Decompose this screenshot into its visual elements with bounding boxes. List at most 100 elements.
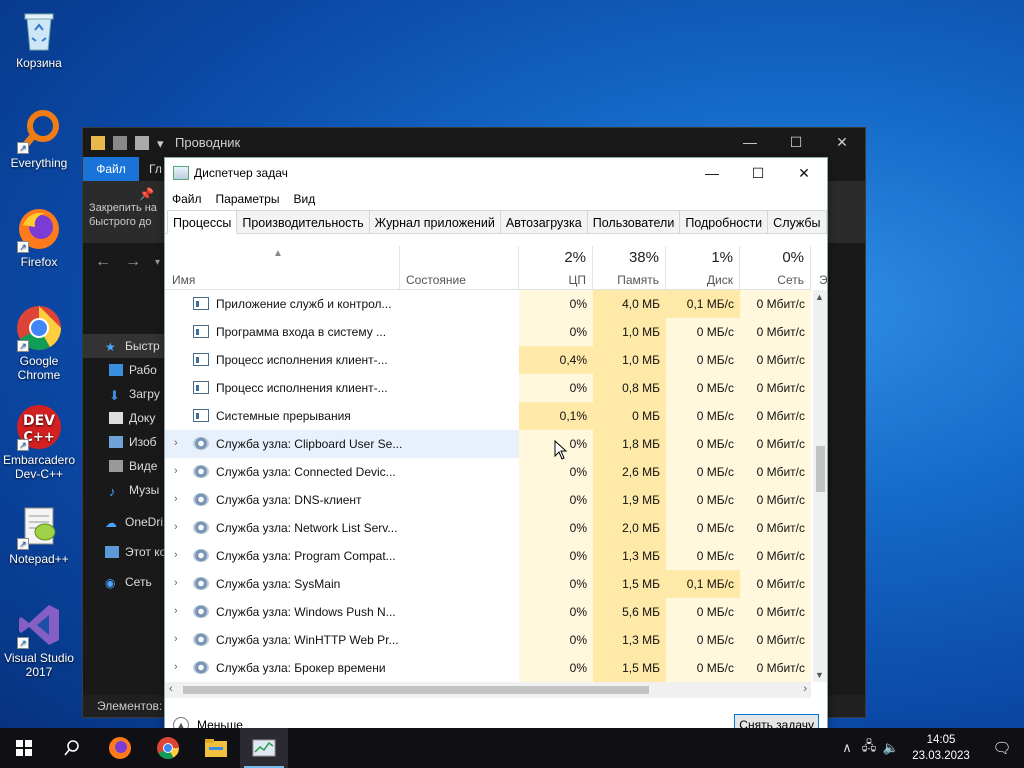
process-row[interactable]: › Служба узла: WinHTTP Web Pr... 0% 1,3 МБ 0… <box>165 626 811 654</box>
sidebar-item-pictures[interactable]: Изоб <box>83 430 165 454</box>
chevron-down-icon[interactable]: ▾ <box>157 136 165 151</box>
desktop-icon-firefox[interactable]: ↗ Firefox <box>2 205 76 269</box>
sidebar-item-videos[interactable]: Виде <box>83 454 165 478</box>
scroll-down-icon[interactable]: ▼ <box>815 670 824 680</box>
sidebar-item-this-pc[interactable]: Этот ко <box>83 540 165 564</box>
tray-chevron-up-icon[interactable]: ∧ <box>836 740 858 756</box>
column-header-network[interactable]: 0% Сеть <box>740 246 811 290</box>
column-header-name[interactable]: ▲ Имя <box>165 246 400 290</box>
taskbar-chrome[interactable] <box>144 728 192 768</box>
process-row[interactable]: › Служба узла: Network List Serv... 0% 2,0 … <box>165 514 811 542</box>
minimize-icon[interactable]: — <box>727 128 773 157</box>
expand-chevron-icon[interactable]: › <box>174 633 178 645</box>
forward-arrow-icon[interactable]: → <box>125 253 141 271</box>
desktop-icon-chrome[interactable]: ↗ Google Chrome <box>2 304 76 382</box>
vertical-scrollbar[interactable]: ▲ ▼ <box>813 290 827 682</box>
back-arrow-icon[interactable]: ← <box>95 253 111 271</box>
desktop-icon-label: Firefox <box>20 255 58 269</box>
memory-cell: 0,8 МБ <box>593 374 666 402</box>
horizontal-scrollbar[interactable]: ‹ › <box>165 682 811 698</box>
tab-users[interactable]: Пользователи <box>586 210 681 233</box>
sidebar-item-onedrive[interactable]: ☁ OneDri <box>83 510 165 534</box>
process-name: Служба узла: Windows Push N... <box>216 605 396 619</box>
process-row[interactable]: Процесс исполнения клиент-... 0% 0,8 МБ 0 М… <box>165 374 811 402</box>
column-header-memory[interactable]: 38% Память <box>593 246 666 290</box>
start-button[interactable] <box>0 728 48 768</box>
desktop-icon-notepadpp[interactable]: ↗ Notepad++ <box>2 502 76 566</box>
process-row[interactable]: Системные прерывания 0,1% 0 МБ 0 МБ/с 0 Мбит… <box>165 402 811 430</box>
process-name: Процесс исполнения клиент-... <box>216 353 388 367</box>
sidebar-item-desktop[interactable]: Рабо <box>83 358 165 382</box>
column-header-cpu[interactable]: 2% ЦП <box>519 246 593 290</box>
menu-view[interactable]: Вид <box>293 192 315 206</box>
cpu-cell: 0% <box>519 458 593 486</box>
menu-options[interactable]: Параметры <box>216 192 280 206</box>
search-button[interactable] <box>48 728 96 768</box>
task-manager-window[interactable]: Диспетчер задач — ☐ ✕ Файл Параметры Вид… <box>164 157 828 739</box>
process-row[interactable]: › Служба узла: Connected Devic... 0% 2,6 МБ… <box>165 458 811 486</box>
scroll-thumb[interactable] <box>816 446 825 492</box>
scroll-left-icon[interactable]: ‹ <box>169 683 173 695</box>
expand-chevron-icon[interactable]: › <box>174 493 178 505</box>
explorer-titlebar[interactable]: ▾ Проводник — ☐ ✕ <box>83 128 865 157</box>
taskbar-task-manager[interactable] <box>240 728 288 768</box>
pin-icon[interactable]: 📌 <box>139 187 154 201</box>
expand-chevron-icon[interactable]: › <box>174 437 178 449</box>
column-header-state[interactable]: Состояние <box>400 246 519 290</box>
network-status-icon[interactable]: 🖧 <box>858 737 880 759</box>
expand-chevron-icon[interactable]: › <box>174 521 178 533</box>
expand-chevron-icon[interactable]: › <box>174 661 178 673</box>
desktop-icon-devcpp[interactable]: DEV C++ ↗ Embarcadero Dev-C++ <box>2 403 76 481</box>
taskbar-firefox[interactable] <box>96 728 144 768</box>
taskbar-file-explorer[interactable] <box>192 728 240 768</box>
column-header-extra[interactable]: Э <box>811 246 827 290</box>
process-row[interactable]: › Служба узла: Clipboard User Se... 0% 1,8 … <box>165 430 811 458</box>
desktop-icon-recycle-bin[interactable]: Корзина <box>2 6 76 70</box>
column-header-disk[interactable]: 1% Диск <box>666 246 740 290</box>
task-manager-titlebar[interactable]: Диспетчер задач — ☐ ✕ <box>165 158 827 188</box>
expand-chevron-icon[interactable]: › <box>174 577 178 589</box>
sidebar-item-music[interactable]: ♪ Музы <box>83 478 165 502</box>
process-row[interactable]: › Служба узла: DNS-клиент 0% 1,9 МБ 0 МБ/с 0 … <box>165 486 811 514</box>
process-row[interactable]: › Служба узла: Windows Push N... 0% 5,6 МБ 0… <box>165 598 811 626</box>
sidebar-item-documents[interactable]: Доку <box>83 406 165 430</box>
sidebar-item-downloads[interactable]: ⬇ Загру <box>83 382 165 406</box>
tab-services[interactable]: Службы <box>767 210 827 233</box>
expand-chevron-icon[interactable]: › <box>174 605 178 617</box>
maximize-icon[interactable]: ☐ <box>773 128 819 157</box>
maximize-button[interactable]: ☐ <box>735 158 781 188</box>
expand-chevron-icon[interactable]: › <box>174 549 178 561</box>
desktop-icon-everything[interactable]: ↗ Everything <box>2 106 76 170</box>
scroll-up-icon[interactable]: ▲ <box>815 292 824 302</box>
properties-icon[interactable] <box>113 135 127 150</box>
ribbon-tab-file[interactable]: Файл <box>83 157 139 181</box>
minimize-button[interactable]: — <box>689 158 735 188</box>
taskbar-clock[interactable]: 14:05 23.03.2023 <box>902 732 980 764</box>
process-row[interactable]: Программа входа в систему ... 0% 1,0 МБ 0 М… <box>165 318 811 346</box>
volume-muted-icon[interactable]: 🔈 <box>880 740 902 756</box>
close-button[interactable]: ✕ <box>781 158 827 188</box>
desktop-icon-visual-studio[interactable]: ↗ Visual Studio 2017 <box>2 601 76 679</box>
tab-processes[interactable]: Процессы <box>167 210 238 234</box>
sidebar-item-network[interactable]: ◉ Сеть <box>83 570 165 594</box>
tab-app-history[interactable]: Журнал приложений <box>368 210 501 233</box>
menu-file[interactable]: Файл <box>172 192 202 206</box>
expand-chevron-icon[interactable]: › <box>174 465 178 477</box>
notification-center-icon[interactable]: 🗨 <box>980 739 1024 757</box>
tab-performance[interactable]: Производительность <box>236 210 370 233</box>
new-folder-icon[interactable] <box>135 135 149 150</box>
process-row[interactable]: Приложение служб и контрол... 0% 4,0 МБ 0,1… <box>165 290 811 318</box>
process-row[interactable]: › Служба узла: Брокер времени 0% 1,5 МБ 0 МБ… <box>165 654 811 682</box>
scroll-right-icon[interactable]: › <box>803 683 807 695</box>
process-name: Служба узла: Брокер времени <box>216 661 386 675</box>
process-row[interactable]: › Служба узла: Program Compat... 0% 1,3 МБ 0… <box>165 542 811 570</box>
pin-quick-access-label[interactable]: Закрепить на быстрого до <box>89 201 169 229</box>
tab-details[interactable]: Подробности <box>679 210 769 233</box>
process-row[interactable]: Процесс исполнения клиент-... 0,4% 1,0 МБ 0… <box>165 346 811 374</box>
close-icon[interactable]: ✕ <box>819 128 865 157</box>
hscroll-thumb[interactable] <box>183 686 649 694</box>
sidebar-item-quick-access[interactable]: ★ Быстр <box>83 334 165 358</box>
recent-chevron-icon[interactable]: ▾ <box>155 257 160 268</box>
tab-startup[interactable]: Автозагрузка <box>499 210 588 233</box>
process-row[interactable]: › Служба узла: SysMain 0% 1,5 МБ 0,1 МБ/с 0 М… <box>165 570 811 598</box>
